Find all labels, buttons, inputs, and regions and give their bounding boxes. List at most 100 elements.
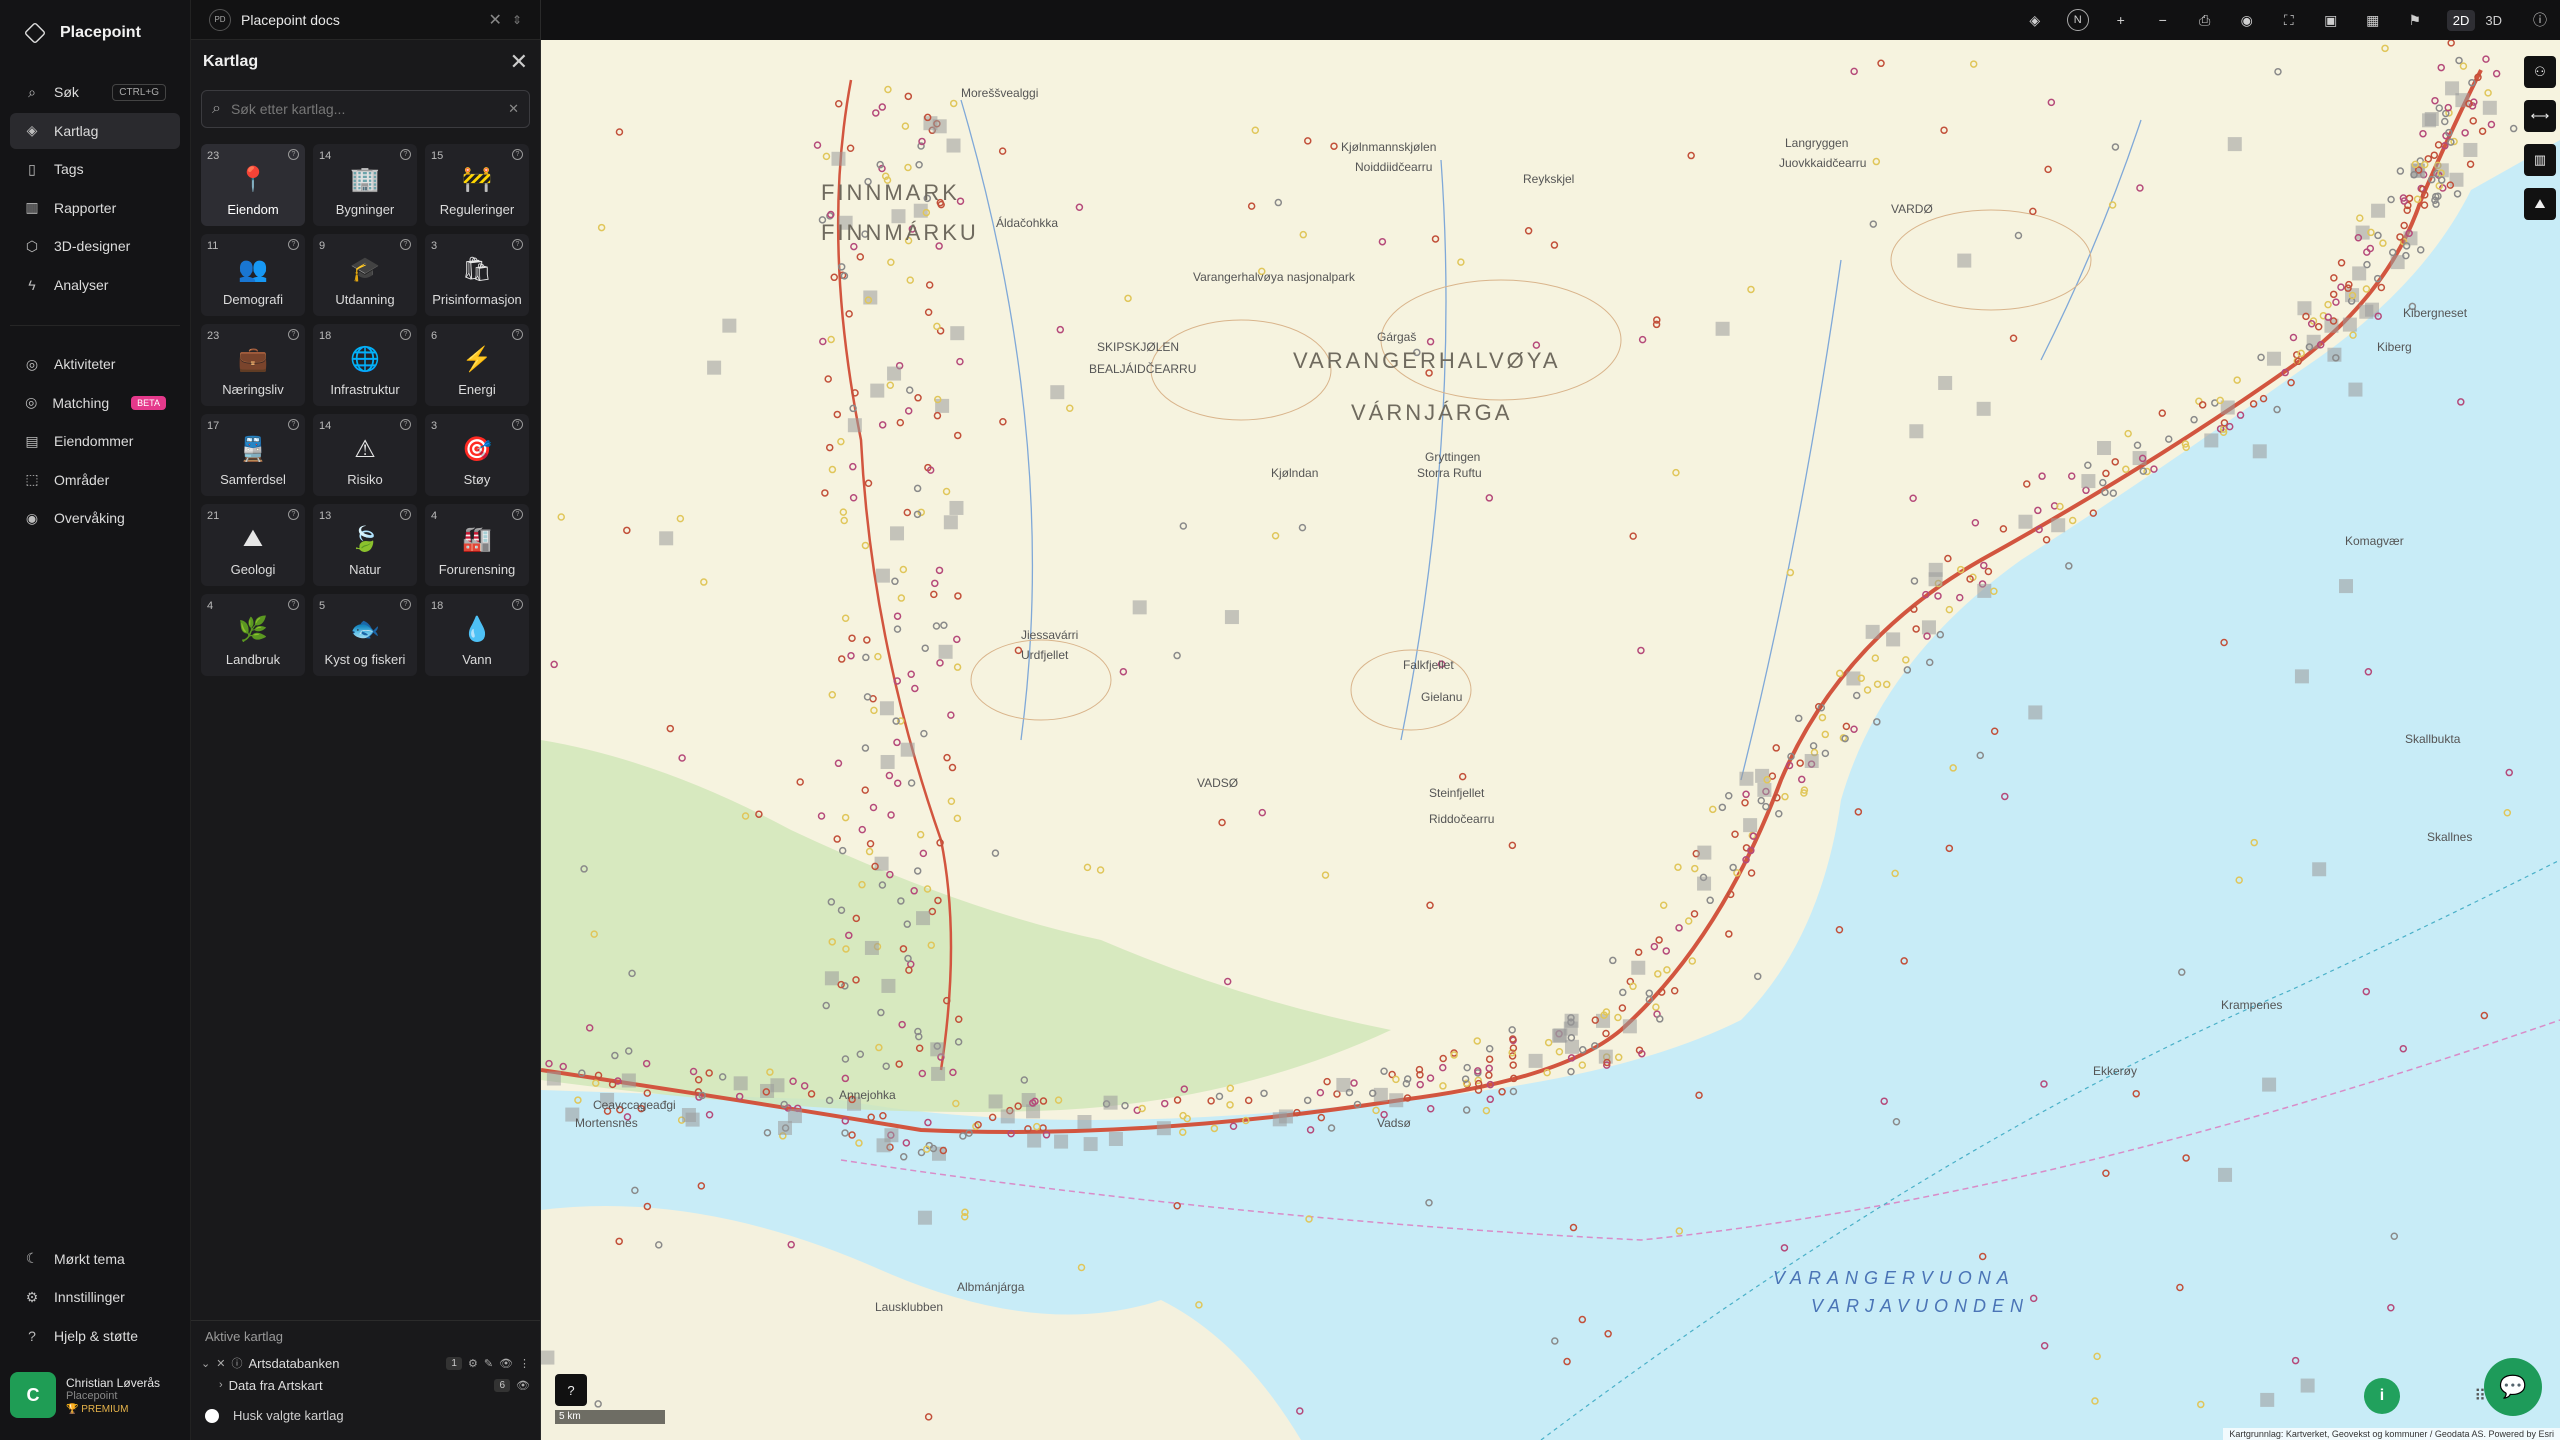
tile-info-icon[interactable]: ?: [512, 509, 523, 520]
close-icon[interactable]: ✕: [489, 10, 502, 30]
layers-stack-icon[interactable]: ◈: [2025, 10, 2045, 30]
remember-toggle[interactable]: [205, 1408, 219, 1423]
tile-info-icon[interactable]: ?: [288, 599, 299, 610]
nav-item-m-rkt-tema[interactable]: ☾ Mørkt tema: [10, 1241, 180, 1277]
bookmark-icon[interactable]: ⚑: [2405, 10, 2425, 30]
tile-info-icon[interactable]: ?: [512, 329, 523, 340]
info-icon[interactable]: ⓘ: [2530, 10, 2550, 30]
user-card[interactable]: C Christian Løverås Placepoint 🏆 PREMIUM: [10, 1366, 180, 1424]
nav-item-eiendommer[interactable]: ▤ Eiendommer: [10, 423, 180, 459]
layer-search-input[interactable]: [230, 101, 499, 117]
eye-icon[interactable]: 👁: [499, 1357, 513, 1370]
layer-tile-utdanning[interactable]: 9? 🎓 Utdanning: [313, 234, 417, 316]
chevron-right-icon[interactable]: ›: [219, 1379, 223, 1391]
measure-icon[interactable]: ⟷: [2524, 100, 2556, 132]
tile-info-icon[interactable]: ?: [512, 599, 523, 610]
tile-info-icon[interactable]: ?: [400, 329, 411, 340]
layer-tile-eiendom[interactable]: 23? 📍 Eiendom: [201, 144, 305, 226]
camera-icon[interactable]: ▣: [2321, 10, 2341, 30]
layer-tile-kyst-og-fiskeri[interactable]: 5? 🐟 Kyst og fiskeri: [313, 594, 417, 676]
layer-tile-forurensning[interactable]: 4? 🏭 Forurensning: [425, 504, 529, 586]
nav-item-3d-designer[interactable]: ⬡ 3D-designer: [10, 228, 180, 264]
active-layer-row[interactable]: ⌄ ✕ ⓘ Artsdatabanken 1 ⚙ ✎ 👁 ⋮: [191, 1352, 540, 1374]
tile-info-icon[interactable]: ?: [400, 149, 411, 160]
nav-item-overv-king[interactable]: ◉ Overvåking: [10, 500, 180, 536]
eye-icon[interactable]: ◉: [2237, 10, 2257, 30]
layer-tile-bygninger[interactable]: 14? 🏢 Bygninger: [313, 144, 417, 226]
layer-tile-infrastruktur[interactable]: 18? 🌐 Infrastruktur: [313, 324, 417, 406]
tile-info-icon[interactable]: ?: [288, 149, 299, 160]
tile-info-icon[interactable]: ?: [288, 329, 299, 340]
tile-info-icon[interactable]: ?: [400, 599, 411, 610]
nav-item-matching[interactable]: ◎ Matching BETA: [10, 385, 180, 421]
tile-info-icon[interactable]: ?: [400, 239, 411, 250]
layer-tile-risiko[interactable]: 14? ⚠ Risiko: [313, 414, 417, 496]
settings-icon[interactable]: ⚙: [468, 1357, 478, 1370]
fullscreen-icon[interactable]: ⛶: [2279, 10, 2299, 30]
layer-tool-icon[interactable]: ⚇: [2524, 56, 2556, 88]
tile-info-icon[interactable]: ?: [512, 239, 523, 250]
zoom-in-icon[interactable]: +: [2111, 10, 2131, 30]
view-mode-toggle[interactable]: 2D 3D: [2446, 9, 2508, 31]
layer-tile-samferdsel[interactable]: 17? 🚆 Samferdsel: [201, 414, 305, 496]
info-button[interactable]: i: [2364, 1378, 2400, 1414]
grid-icon[interactable]: ▦: [2363, 10, 2383, 30]
tile-info-icon[interactable]: ?: [400, 509, 411, 520]
remove-icon[interactable]: ✕: [216, 1357, 225, 1370]
layer-search[interactable]: ⌕ ✕: [201, 90, 530, 128]
nav-item-s-k[interactable]: ⌕ Søk CTRL+G: [10, 74, 180, 110]
elevation-icon[interactable]: ⛰: [2524, 188, 2556, 220]
eye-icon[interactable]: 👁: [516, 1379, 530, 1392]
nav-item-tags[interactable]: ▯ Tags: [10, 151, 180, 187]
observation-marker: [1741, 798, 1749, 807]
mode-3d-button[interactable]: 3D: [2479, 10, 2508, 31]
layer-tile-energi[interactable]: 6? ⚡ Energi: [425, 324, 529, 406]
brand[interactable]: Placepoint: [0, 0, 190, 66]
layer-tile-reguleringer[interactable]: 15? 🚧 Reguleringer: [425, 144, 529, 226]
tile-count: 11: [207, 240, 219, 252]
nav-item-kartlag[interactable]: ◈ Kartlag: [10, 112, 180, 149]
nav-item-omr-der[interactable]: ⬚ Områder: [10, 462, 180, 498]
layer-tile-prisinformasjon[interactable]: 3? 🛍 Prisinformasjon: [425, 234, 529, 316]
tile-info-icon[interactable]: ?: [512, 149, 523, 160]
more-icon[interactable]: ⋮: [519, 1357, 530, 1370]
layer-tile-st-y[interactable]: 3? 🎯 Støy: [425, 414, 529, 496]
nav-item-rapporter[interactable]: ▥ Rapporter: [10, 190, 180, 226]
chart-icon[interactable]: ▥: [2524, 144, 2556, 176]
layer-tile-vann[interactable]: 18? 💧 Vann: [425, 594, 529, 676]
observation-marker: [841, 614, 850, 622]
map-help-icon[interactable]: ?: [555, 1374, 587, 1406]
tile-info-icon[interactable]: ?: [512, 419, 523, 430]
layer-tile-natur[interactable]: 13? 🍃 Natur: [313, 504, 417, 586]
layer-tile-n-ringsliv[interactable]: 23? 💼 Næringsliv: [201, 324, 305, 406]
monitor-icon: ◉: [25, 509, 39, 526]
zoom-out-icon[interactable]: −: [2153, 10, 2173, 30]
tile-info-icon[interactable]: ?: [288, 419, 299, 430]
document-tab[interactable]: PD Placepoint docs ✕ ⇕: [191, 0, 540, 40]
observation-marker: [2437, 63, 2445, 72]
tile-info-icon[interactable]: ?: [288, 509, 299, 520]
active-sublayer-row[interactable]: › Data fra Artskart 6 👁: [191, 1374, 540, 1396]
remember-layers[interactable]: Husk valgte kartlag: [191, 1396, 540, 1435]
layer-tile-landbruk[interactable]: 4? 🌿 Landbruk: [201, 594, 305, 676]
nav-item-aktiviteter[interactable]: ◎ Aktiviteter: [10, 346, 180, 382]
north-compass[interactable]: N: [2066, 9, 2089, 31]
mode-2d-button[interactable]: 2D: [2446, 9, 2476, 31]
layer-tile-demografi[interactable]: 11? 👥 Demografi: [201, 234, 305, 316]
layer-tile-geologi[interactable]: 21? ⛰ Geologi: [201, 504, 305, 586]
nav-item-innstillinger[interactable]: ⚙ Innstillinger: [10, 1279, 180, 1315]
close-panel-icon[interactable]: ✕: [510, 49, 528, 75]
chat-button[interactable]: 💬: [2484, 1358, 2542, 1416]
nav-item-analyser[interactable]: ϟ Analyser: [10, 267, 180, 303]
avatar[interactable]: C: [10, 1372, 56, 1418]
print-icon[interactable]: ⎙: [2195, 10, 2215, 30]
tile-info-icon[interactable]: ?: [400, 419, 411, 430]
clear-search-icon[interactable]: ✕: [508, 101, 519, 117]
tile-info-icon[interactable]: ?: [288, 239, 299, 250]
nav-item-hjelp-st-tte[interactable]: ? Hjelp & støtte: [10, 1318, 180, 1354]
edit-icon[interactable]: ✎: [484, 1357, 493, 1370]
chevron-down-icon[interactable]: ⌄: [201, 1357, 210, 1370]
map-canvas[interactable]: FINNMARK FINNMÁRKU VARANGERHALVØYA VÁRNJÁRG…: [541, 40, 2560, 1440]
observation-marker: [1258, 808, 1267, 817]
chevron-updown-icon[interactable]: ⇕: [512, 13, 522, 27]
